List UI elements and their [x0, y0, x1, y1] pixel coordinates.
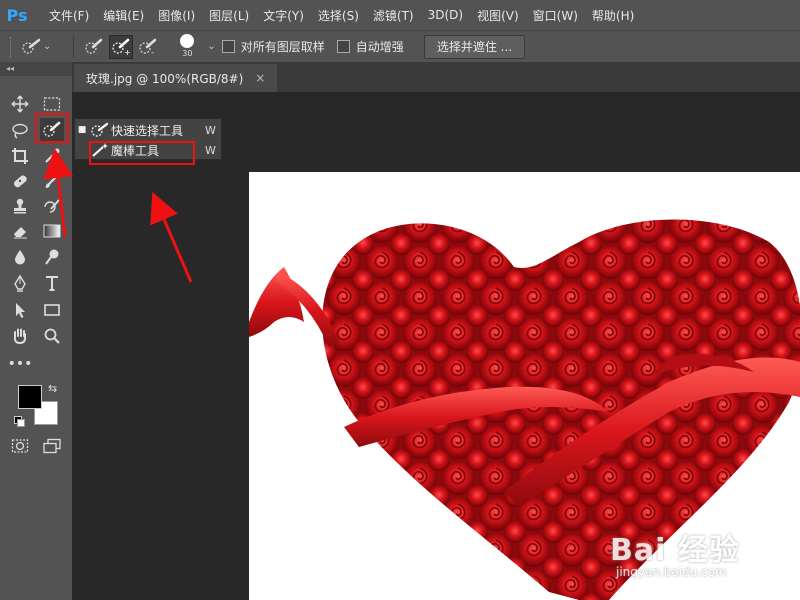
eyedropper-tool[interactable]	[40, 144, 64, 168]
select-and-mask-button[interactable]: 选择并遮住 ...	[423, 34, 526, 59]
menu-view[interactable]: 视图(V)	[470, 7, 526, 24]
quick-mask-button[interactable]	[8, 434, 32, 458]
gradient-icon	[43, 224, 61, 238]
chevron-down-icon: ⌄	[43, 41, 52, 52]
history-brush-tool[interactable]	[40, 194, 64, 218]
foreground-color-swatch[interactable]	[18, 385, 42, 409]
quick-selection-icon	[85, 38, 103, 54]
quick-selection-add-icon: +	[112, 38, 131, 56]
more-tools-button[interactable]: •••	[7, 352, 33, 376]
eraser-tool[interactable]	[8, 219, 32, 243]
zoom-tool[interactable]	[40, 324, 64, 348]
type-icon	[46, 276, 58, 291]
sample-all-layers-label: 对所有图层取样	[240, 40, 325, 54]
menu-layer[interactable]: 图层(L)	[202, 7, 256, 24]
menu-bar: Ps 文件(F) 编辑(E) 图像(I) 图层(L) 文字(Y) 选择(S) 滤…	[0, 0, 800, 30]
drop-icon	[15, 250, 25, 265]
brush-size-picker[interactable]: 30	[169, 33, 205, 61]
quick-mask-icon	[11, 439, 29, 453]
quick-selection-icon	[89, 122, 111, 138]
quick-selection-subtract-icon: -	[139, 38, 157, 56]
auto-enhance-checkbox[interactable]	[336, 40, 350, 53]
quick-selection-highlight	[35, 113, 69, 143]
svg-text:+: +	[124, 48, 131, 56]
clone-stamp-tool[interactable]	[8, 194, 32, 218]
close-icon[interactable]: ×	[255, 71, 265, 85]
stamp-icon	[14, 198, 26, 214]
sample-all-layers-checkbox[interactable]	[221, 40, 235, 53]
move-icon	[11, 95, 29, 113]
gradient-tool[interactable]	[40, 219, 64, 243]
swap-colors-icon[interactable]: ⇆	[48, 382, 57, 395]
menu-image[interactable]: 图像(I)	[151, 7, 202, 24]
new-selection-button[interactable]	[82, 35, 106, 59]
hand-icon	[13, 328, 26, 345]
magic-wand-highlight	[89, 141, 195, 165]
type-tool[interactable]	[40, 271, 64, 295]
pen-icon	[14, 274, 26, 292]
path-selection-tool[interactable]	[8, 298, 32, 322]
menu-file[interactable]: 文件(F)	[42, 7, 96, 24]
dodge-icon	[45, 249, 59, 265]
dodge-tool[interactable]	[40, 245, 64, 269]
photoshop-logo: Ps	[6, 5, 28, 25]
add-to-selection-button[interactable]: +	[109, 34, 134, 59]
menu-filter[interactable]: 滤镜(T)	[366, 7, 421, 24]
rect-marquee-icon	[43, 97, 61, 111]
options-bar: ⌄ + - 30 ⌄ 对所有图层取样 自动增强 选择并遮住 ...	[0, 30, 800, 62]
rectangle-tool[interactable]	[40, 298, 64, 322]
active-bullet-icon: ■	[77, 125, 87, 135]
eyedropper-icon	[45, 148, 60, 163]
history-brush-icon	[44, 199, 60, 213]
crop-icon	[12, 148, 28, 164]
rectangle-icon	[44, 304, 60, 316]
arrow-select-icon	[16, 303, 25, 318]
baidu-watermark: Bai 经验 jingyan.baidu.com	[610, 525, 740, 579]
watermark-brand: Bai 经验	[610, 533, 740, 568]
menu-edit[interactable]: 编辑(E)	[96, 7, 151, 24]
watermark-url: jingyan.baidu.com	[616, 565, 727, 579]
eraser-icon	[14, 227, 27, 239]
healing-brush-tool[interactable]	[8, 169, 32, 193]
brush-preview	[180, 33, 195, 48]
options-grip[interactable]	[10, 36, 15, 57]
menu-select[interactable]: 选择(S)	[311, 7, 366, 24]
toolbar-collapse[interactable]: ◂◂	[0, 62, 72, 76]
menu-window[interactable]: 窗口(W)	[526, 7, 585, 24]
menu-help[interactable]: 帮助(H)	[585, 7, 641, 24]
tool-preset-picker[interactable]: ⌄	[21, 38, 57, 56]
menu-type[interactable]: 文字(Y)	[256, 7, 311, 24]
brush-icon	[45, 173, 60, 188]
shortcut-key: W	[205, 123, 216, 137]
hand-tool[interactable]	[8, 324, 32, 348]
shortcut-key: W	[205, 143, 216, 157]
quick-selection-icon	[22, 38, 41, 54]
default-colors-icon[interactable]	[14, 416, 25, 427]
crop-tool[interactable]	[8, 144, 32, 168]
menu-3d[interactable]: 3D(D)	[421, 8, 470, 22]
svg-text:-: -	[151, 48, 154, 56]
screen-mode-button[interactable]	[40, 434, 64, 458]
bandage-icon	[13, 175, 27, 188]
auto-enhance-label: 自动增强	[355, 40, 404, 54]
flyout-label: 快速选择工具	[111, 123, 184, 138]
flyout-item-quick-selection[interactable]: ■ 快速选择工具 W	[75, 120, 223, 140]
document-title: 玫瑰.jpg @ 100%(RGB/8#)	[86, 71, 244, 86]
chevron-down-icon[interactable]: ⌄	[207, 41, 215, 52]
pen-tool[interactable]	[8, 271, 32, 295]
lasso-icon	[12, 123, 28, 139]
document-tab[interactable]: 玫瑰.jpg @ 100%(RGB/8#) ×	[74, 64, 278, 92]
screen-mode-icon	[43, 438, 61, 454]
zoom-icon	[44, 328, 60, 344]
divider	[73, 35, 75, 58]
lasso-tool[interactable]	[8, 119, 32, 143]
brush-size-value: 30	[182, 48, 193, 58]
brush-tool[interactable]	[40, 169, 64, 193]
blur-tool[interactable]	[8, 245, 32, 269]
ellipsis-icon: •••	[7, 356, 33, 372]
move-tool[interactable]	[8, 92, 32, 116]
subtract-from-selection-button[interactable]: -	[136, 35, 160, 59]
